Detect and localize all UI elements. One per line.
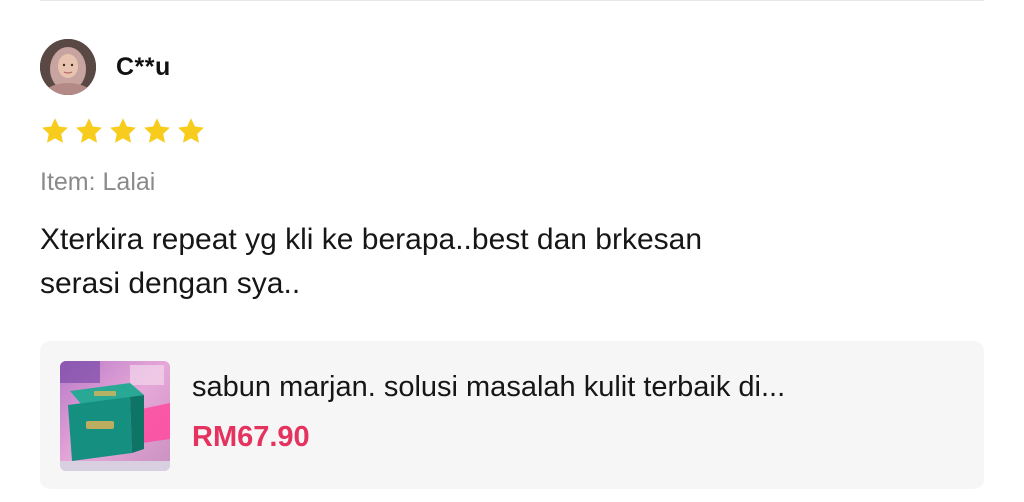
product-card[interactable]: sabun marjan. solusi masalah kulit terba…	[40, 341, 984, 489]
reviewer-name: C**u	[116, 52, 171, 81]
star-icon	[144, 118, 170, 143]
review-item: C**u Item: Lalai Xterkira repeat yg kli …	[40, 38, 984, 306]
avatar[interactable]	[40, 39, 96, 95]
star-icon	[76, 118, 102, 143]
star-icon	[178, 118, 204, 143]
product-title[interactable]: sabun marjan. solusi masalah kulit terba…	[192, 367, 962, 407]
star-rating	[40, 116, 984, 146]
item-variant: Item: Lalai	[40, 168, 156, 196]
star-icon	[110, 118, 136, 143]
product-thumbnail[interactable]	[60, 361, 170, 471]
review-text-line-2: serasi dengan sya..	[40, 267, 301, 300]
star-icon	[42, 118, 68, 143]
product-price: RM67.90	[192, 421, 310, 453]
review-text-line-1: Xterkira repeat yg kli ke berapa..best d…	[40, 223, 703, 256]
reviewer-row: C**u	[40, 38, 984, 96]
review-text: Xterkira repeat yg kli ke berapa..best d…	[40, 218, 940, 306]
top-divider	[40, 0, 984, 1]
